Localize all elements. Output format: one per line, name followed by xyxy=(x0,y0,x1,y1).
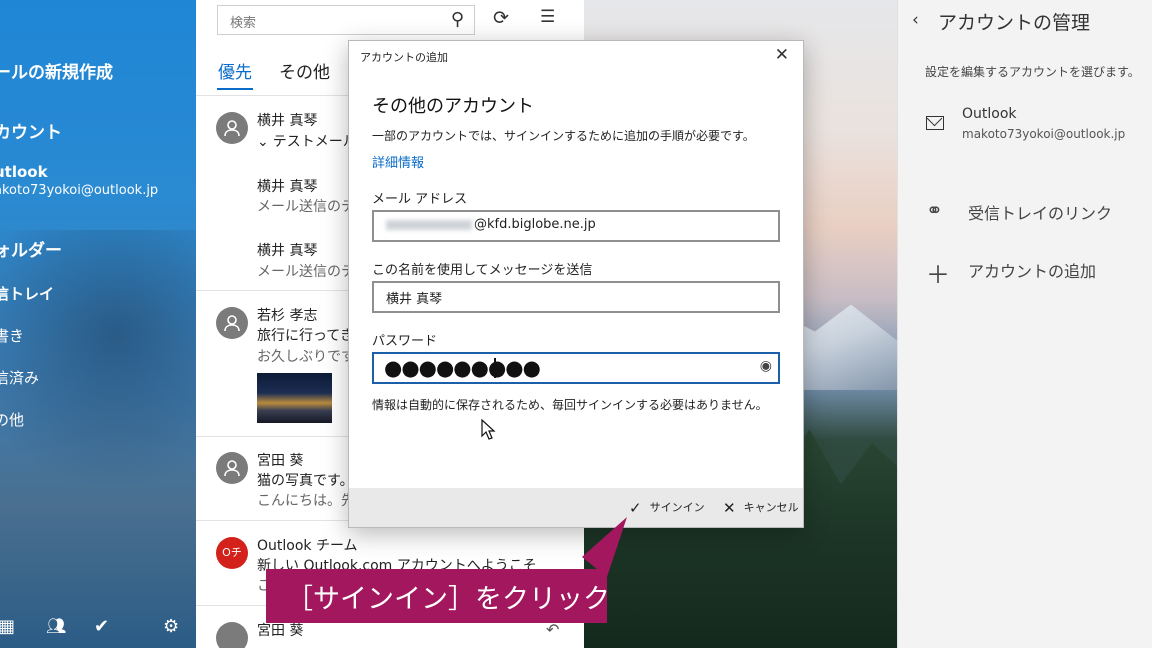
message-sender[interactable]: 横井 真琴 xyxy=(257,240,317,260)
message-preview: こんにちは。先 xyxy=(257,493,355,509)
tab-other[interactable]: その他 xyxy=(279,58,330,83)
dialog-footer: ✓ サインイン ✕ キャンセル xyxy=(349,488,803,527)
dialog-titlebar: アカウントの追加 ✕ xyxy=(349,41,803,71)
text-caret xyxy=(494,358,496,378)
sender-name-value: 横井 真琴 xyxy=(386,292,443,307)
avatar xyxy=(216,622,248,648)
link-icon: ⚭ xyxy=(926,198,943,222)
password-value: ●●●●●●●●● xyxy=(384,356,541,380)
cancel-button[interactable]: ✕ キャンセル xyxy=(723,499,799,517)
back-chevron-icon[interactable]: ‹ xyxy=(912,10,919,30)
nav-account-email: akoto73yokoi@outlook.jp xyxy=(0,183,159,198)
email-value: @kfd.biglobe.ne.jp xyxy=(474,217,596,232)
filter-icon[interactable]: ☰ xyxy=(540,7,555,27)
manage-accounts-pane: ‹ アカウントの管理 設定を編集するアカウントを選びます。 Outlook ma… xyxy=(897,0,1152,648)
search-box[interactable]: 検索 ⚲ xyxy=(217,5,475,35)
photo-thumbnail[interactable] xyxy=(257,373,332,423)
calendar-icon[interactable]: ▦ xyxy=(0,616,15,637)
outlook-team-avatar: Oチ xyxy=(216,537,248,569)
message-sender[interactable]: 横井 真琴 xyxy=(257,110,317,130)
blurred-username xyxy=(386,219,472,230)
sign-in-button[interactable]: ✓ サインイン xyxy=(629,499,705,517)
folder-more[interactable]: の他 xyxy=(0,409,24,430)
mail-icon xyxy=(926,116,944,130)
todo-icon[interactable]: ✔ xyxy=(94,616,109,637)
folder-sent[interactable]: 信済み xyxy=(0,367,39,388)
message-sender[interactable]: 宮田 葵 xyxy=(257,620,303,640)
sender-name-field[interactable]: 横井 真琴 xyxy=(372,281,780,313)
link-inboxes-button[interactable]: 受信トレイのリンク xyxy=(968,200,1112,224)
folders-heading: ォルダー xyxy=(0,241,62,261)
dialog-heading: その他のアカウント xyxy=(372,96,534,117)
accounts-heading: カウント xyxy=(0,123,62,143)
account-name[interactable]: Outlook xyxy=(962,106,1017,122)
avatar xyxy=(216,307,248,339)
dialog-title: アカウントの追加 xyxy=(360,51,448,64)
background-mountain xyxy=(0,230,196,490)
chevron-down-icon: ⌄ xyxy=(257,134,269,150)
email-field[interactable]: @kfd.biglobe.ne.jp xyxy=(372,210,780,242)
search-placeholder: 検索 xyxy=(230,16,257,31)
email-label: メール アドレス xyxy=(372,192,468,207)
sign-in-label: サインイン xyxy=(649,501,705,514)
message-subject[interactable]: ⌄ テストメール xyxy=(257,131,357,151)
reveal-password-icon[interactable]: ◉ xyxy=(760,358,772,374)
left-navigation-pane: ールの新規作成 カウント utlook akoto73yokoi@outlook… xyxy=(0,0,196,648)
sync-icon[interactable]: ⟳ xyxy=(493,7,509,29)
avatar xyxy=(216,452,248,484)
cancel-label: キャンセル xyxy=(743,501,799,514)
avatar xyxy=(216,112,248,144)
add-icon: ＋ xyxy=(926,261,950,289)
manage-accounts-title: アカウントの管理 xyxy=(938,12,1091,34)
message-sender[interactable]: 横井 真琴 xyxy=(257,176,317,196)
search-icon[interactable]: ⚲ xyxy=(451,9,464,30)
nav-account-name[interactable]: utlook xyxy=(0,163,48,181)
account-email: makoto73yokoi@outlook.jp xyxy=(962,127,1126,141)
message-sender[interactable]: 若杉 孝志 xyxy=(257,305,317,325)
people-icon[interactable]: 👥︎ xyxy=(46,616,66,635)
dialog-note: 情報は自動的に保存されるため、毎回サインインする必要はありません。 xyxy=(372,398,768,412)
add-account-dialog: アカウントの追加 ✕ その他のアカウント 一部のアカウントでは、サインインするた… xyxy=(348,40,804,528)
message-sender[interactable]: Outlook チーム xyxy=(257,535,358,555)
tab-focused[interactable]: 優先 xyxy=(218,58,252,83)
message-sender[interactable]: 宮田 葵 xyxy=(257,450,303,470)
message-subject: 猫の写真です。 xyxy=(257,473,354,489)
password-field[interactable]: ●●●●●●●●● ◉ xyxy=(372,352,780,384)
mouse-cursor-icon xyxy=(481,419,496,440)
details-link[interactable]: 詳細情報 xyxy=(372,152,424,171)
sender-name-label: この名前を使用してメッセージを送信 xyxy=(372,263,593,278)
message-subject-text: テストメール xyxy=(272,134,357,150)
callout-text: ［サインイン］をクリック xyxy=(286,584,610,615)
new-mail-button[interactable]: ールの新規作成 xyxy=(0,58,113,83)
settings-icon[interactable]: ⚙ xyxy=(163,616,179,637)
dialog-description: 一部のアカウントでは、サインインするために追加の手順が必要です。 xyxy=(372,129,755,143)
close-icon[interactable]: ✕ xyxy=(775,45,789,65)
bottom-nav-bar: ▦ 👥︎ ✔ ⚙ xyxy=(0,608,196,648)
instruction-callout: ［サインイン］をクリック xyxy=(266,569,610,623)
add-account-button[interactable]: アカウントの追加 xyxy=(968,258,1096,282)
folder-drafts[interactable]: 書き xyxy=(0,325,24,346)
manage-accounts-instruction: 設定を編集するアカウントを選びます。 xyxy=(925,65,1140,79)
folder-inbox[interactable]: 信トレイ xyxy=(0,283,54,304)
password-label: パスワード xyxy=(372,334,438,349)
checkmark-icon: ✓ xyxy=(629,499,642,517)
close-icon: ✕ xyxy=(723,499,736,517)
callout-pointer xyxy=(582,517,627,577)
tab-underline xyxy=(217,88,253,90)
